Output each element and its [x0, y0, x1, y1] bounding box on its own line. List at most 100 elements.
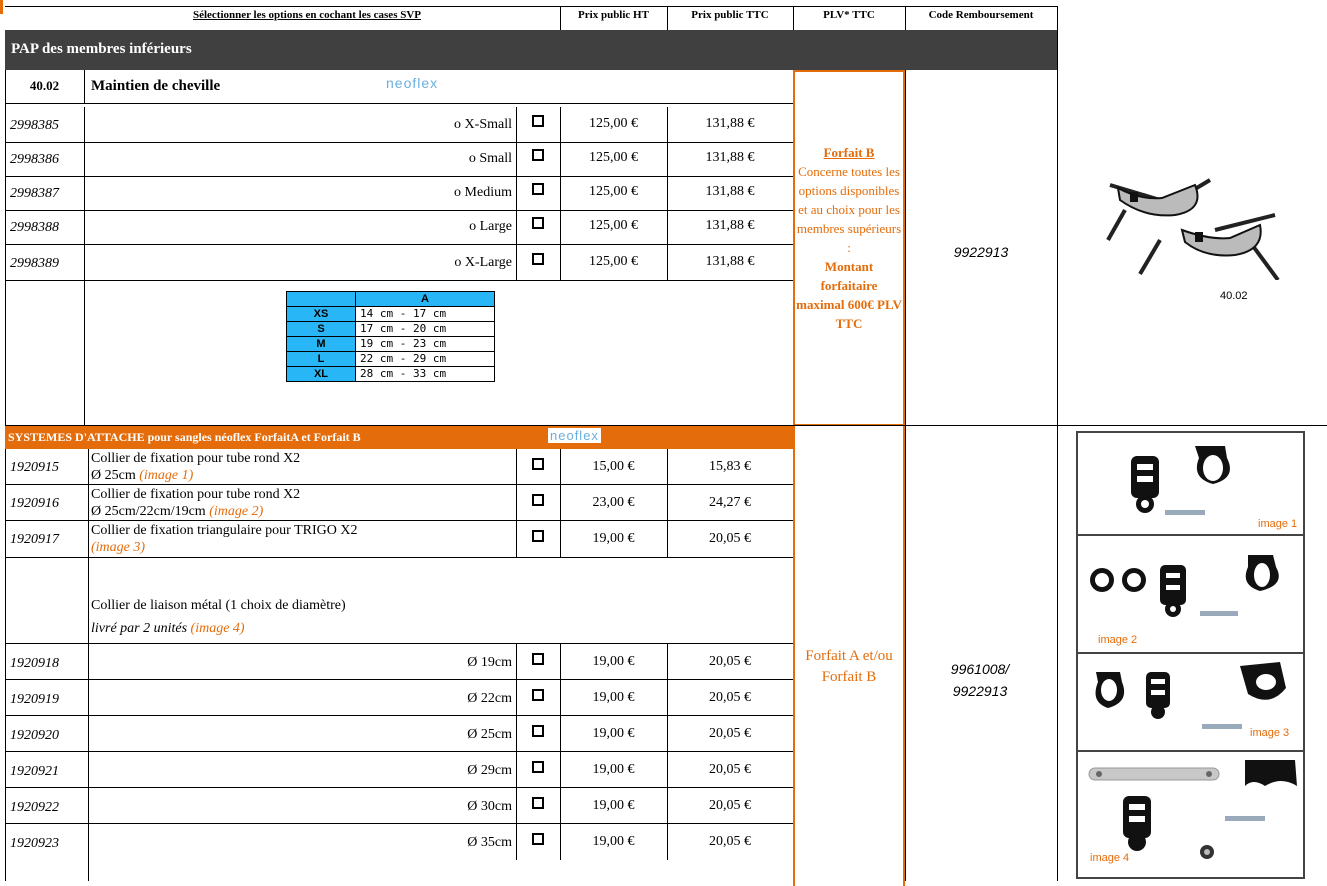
- product-code: 1920915: [10, 460, 59, 475]
- option-checkbox[interactable]: [532, 115, 544, 127]
- image-reference: (image 3): [91, 540, 146, 555]
- price-ht: 19,00 €: [592, 654, 635, 669]
- diameter-option-label: Ø 22cm: [467, 691, 512, 706]
- price-ht: 125,00 €: [589, 254, 638, 269]
- option-checkbox[interactable]: [532, 653, 544, 665]
- option-checkbox[interactable]: [532, 458, 544, 470]
- accessory-description: Collier de fixation triangulaire pour TR…: [91, 523, 358, 555]
- diameter-option-label: Ø 29cm: [467, 763, 512, 778]
- price-ht: 19,00 €: [592, 798, 635, 813]
- accessory-description: Collier de fixation pour tube rond X2 Ø …: [91, 487, 301, 519]
- code-remboursement-header: Code Remboursement: [928, 9, 1034, 21]
- price-ht: 19,00 €: [592, 531, 635, 546]
- image-2-label: image 2: [1098, 634, 1138, 646]
- option-checkbox[interactable]: [532, 494, 544, 506]
- price-ht-header: Prix public HT: [578, 9, 649, 21]
- product-code: 2998386: [10, 152, 59, 167]
- diameter-option-label: Ø 19cm: [467, 655, 512, 670]
- size-option-label: o X-Small: [454, 117, 512, 132]
- fixation-collar-image-2: [1090, 555, 1279, 617]
- product-code: 2998388: [10, 220, 59, 235]
- size-option-label: o Medium: [454, 185, 512, 200]
- price-ttc: 20,05 €: [709, 834, 751, 849]
- price-ttc: 24,27 €: [709, 495, 751, 510]
- select-options-header: Sélectionner les options en cochant les …: [192, 9, 422, 21]
- section-title-bar: PAP des membres inférieurs: [5, 30, 1057, 70]
- orange-corner-mark: [0, 0, 3, 14]
- product-code: 2998389: [10, 256, 59, 271]
- price-ttc: 20,05 €: [709, 690, 751, 705]
- option-checkbox[interactable]: [532, 149, 544, 161]
- diameter-option-label: Ø 35cm: [467, 835, 512, 850]
- accessory-description: Collier de fixation pour tube rond X2 Ø …: [91, 451, 301, 483]
- option-checkbox[interactable]: [532, 797, 544, 809]
- product-code: 1920918: [10, 656, 59, 671]
- size-option-label: o Large: [469, 219, 512, 234]
- product-code: 2998385: [10, 118, 59, 133]
- price-ht: 125,00 €: [589, 184, 638, 199]
- forfait-b-note: Forfait B Concerne toutes les options di…: [796, 145, 902, 331]
- price-ht: 15,00 €: [592, 459, 635, 474]
- price-ht: 19,00 €: [592, 690, 635, 705]
- liaison-description: Collier de liaison métal (1 choix de dia…: [91, 598, 346, 613]
- price-ttc: 20,05 €: [709, 654, 751, 669]
- image-reference: (image 2): [209, 504, 264, 519]
- product-image-caption: 40.02: [1220, 290, 1248, 302]
- size-table-header: A: [355, 291, 495, 307]
- image-3-label: image 3: [1250, 727, 1290, 739]
- price-ht: 19,00 €: [592, 762, 635, 777]
- product-code: 2998387: [10, 186, 59, 201]
- price-ttc: 131,88 €: [705, 116, 755, 131]
- option-checkbox[interactable]: [532, 689, 544, 701]
- product-code: 1920919: [10, 692, 59, 707]
- section2-title: SYSTEMES D'ATTACHE pour sangles néoflex …: [8, 430, 361, 444]
- price-ht: 125,00 €: [589, 218, 638, 233]
- product-code: 1920921: [10, 764, 59, 779]
- product-ref: 40.02: [29, 78, 60, 93]
- fixation-collar-image-1: [1131, 446, 1230, 515]
- size-row: L 22 cm - 29 cm: [286, 351, 495, 367]
- image-reference: (image 1): [139, 468, 194, 483]
- price-ht: 19,00 €: [592, 834, 635, 849]
- size-row: XS 14 cm - 17 cm: [286, 306, 495, 322]
- diameter-option-label: Ø 25cm: [467, 727, 512, 742]
- price-ht: 19,00 €: [592, 726, 635, 741]
- price-ttc: 15,83 €: [709, 459, 751, 474]
- option-checkbox[interactable]: [532, 761, 544, 773]
- size-row: XL 28 cm - 33 cm: [286, 366, 495, 382]
- size-option-label: o Small: [468, 151, 512, 166]
- section2-title-bar: SYSTEMES D'ATTACHE pour sangles néoflex …: [5, 426, 793, 449]
- size-option-label: o X-Large: [454, 255, 512, 270]
- price-ttc: 131,88 €: [705, 150, 755, 165]
- section-title: PAP des membres inférieurs: [11, 41, 192, 57]
- product-code: 1920916: [10, 496, 59, 511]
- option-checkbox[interactable]: [532, 183, 544, 195]
- option-checkbox[interactable]: [532, 217, 544, 229]
- price-ttc: 131,88 €: [705, 184, 755, 199]
- product-code: 1920922: [10, 800, 59, 815]
- price-ht: 125,00 €: [589, 150, 638, 165]
- forfait-a-b-note: Forfait A et/ou Forfait B: [805, 648, 893, 685]
- option-checkbox[interactable]: [532, 253, 544, 265]
- product-code: 1920920: [10, 728, 59, 743]
- image-1-label: image 1: [1258, 518, 1298, 530]
- price-ttc: 20,05 €: [709, 798, 751, 813]
- product-code: 1920923: [10, 836, 59, 851]
- size-table: A XS 14 cm - 17 cm S 17 cm - 20 cm M 19 cm …: [286, 291, 495, 382]
- image-4-label: image 4: [1090, 852, 1130, 864]
- diameter-option-label: Ø 30cm: [467, 799, 512, 814]
- price-ttc: 20,05 €: [709, 762, 751, 777]
- option-checkbox[interactable]: [532, 725, 544, 737]
- option-checkbox[interactable]: [532, 530, 544, 542]
- price-ttc: 131,88 €: [705, 254, 755, 269]
- price-ttc-header: Prix public TTC: [691, 9, 769, 21]
- option-checkbox[interactable]: [532, 833, 544, 845]
- code-remboursement-value-2: 9961008/ 9922913: [950, 661, 1010, 699]
- liaison-note: livré par 2 unités (image 4): [91, 621, 245, 636]
- plv-header: PLV* TTC: [823, 9, 875, 21]
- price-ttc: 20,05 €: [709, 726, 751, 741]
- price-ttc: 20,05 €: [709, 531, 751, 546]
- price-ttc: 131,88 €: [705, 218, 755, 233]
- price-ht: 23,00 €: [592, 495, 635, 510]
- product-code: 1920917: [10, 532, 59, 547]
